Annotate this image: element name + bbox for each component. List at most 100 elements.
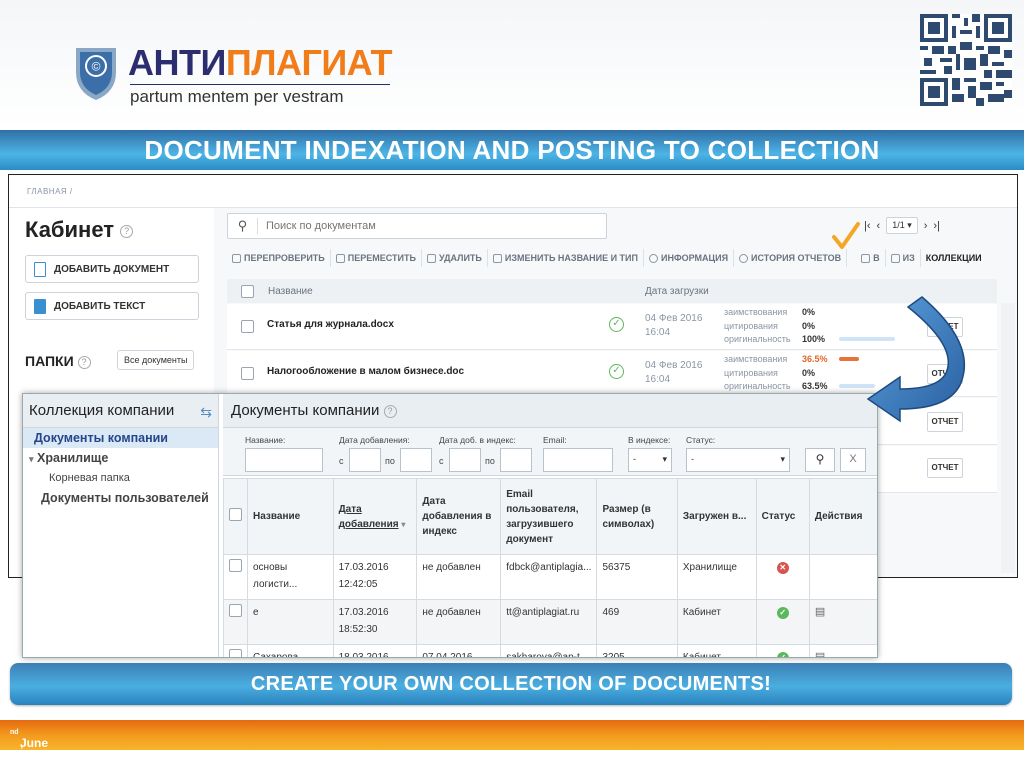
filter-date-from[interactable] bbox=[349, 448, 381, 472]
upload-date: 04 Фев 2016 16:04 bbox=[645, 313, 703, 338]
next-page-icon[interactable]: › bbox=[924, 220, 928, 232]
stat-labels: заимствования цитирования оригинальность bbox=[724, 354, 791, 391]
tree-item-company-docs[interactable]: Документы компании bbox=[23, 428, 218, 448]
all-documents-button[interactable]: Все документы bbox=[117, 350, 195, 370]
cell-name: Сахарова Алекс... bbox=[247, 644, 334, 657]
error-status-icon: ✕ bbox=[776, 562, 789, 574]
from-label: с bbox=[439, 456, 444, 466]
column-name: Название bbox=[268, 285, 313, 297]
clock-icon bbox=[739, 253, 749, 263]
filter-index-date-label: Дата доб. в индекс: bbox=[439, 435, 516, 445]
table-row[interactable]: Сахарова Алекс... 18.03.2016 07.04.2016 … bbox=[223, 644, 877, 657]
collection-tree: Документы компании ▾ Хранилище Корневая … bbox=[23, 428, 218, 508]
filter-status-select[interactable]: - ▾ bbox=[686, 448, 790, 472]
search-input[interactable] bbox=[258, 220, 588, 232]
recheck-button[interactable]: ПЕРЕПРОВЕРИТЬ bbox=[227, 249, 331, 267]
first-page-icon[interactable]: |‹ bbox=[864, 220, 871, 232]
cell-email: fdbck@antiplagia... bbox=[500, 554, 598, 600]
documents-panel-header: Документы компании ? bbox=[223, 394, 877, 428]
filter-name-input[interactable] bbox=[245, 448, 323, 472]
cell-date: 18.03.2016 bbox=[332, 644, 418, 657]
slide-title: DOCUMENT INDEXATION AND POSTING TO COLLE… bbox=[144, 135, 880, 165]
column-status[interactable]: Статус bbox=[755, 478, 810, 555]
filter-name-label: Название: bbox=[245, 435, 286, 445]
move-button[interactable]: ПЕРЕМЕСТИТЬ bbox=[331, 249, 422, 267]
refresh-icon bbox=[232, 253, 241, 263]
pagination: |‹ ‹ 1/1 ▾ › ›| bbox=[864, 217, 940, 234]
tree-item-user-docs[interactable]: Документы пользователей bbox=[23, 488, 218, 508]
ok-status-icon: ✓ bbox=[776, 652, 789, 657]
footer-band: June 2nd, 2016 bbox=[0, 720, 1024, 764]
row-checkbox[interactable] bbox=[241, 367, 254, 380]
table-row[interactable]: основы логисти... 17.03.2016 12:42:05 не … bbox=[223, 554, 877, 600]
grid-select-all[interactable] bbox=[223, 478, 248, 555]
cell-email: tt@antiplagiat.ru bbox=[500, 599, 598, 645]
search-box[interactable]: ⚲ bbox=[227, 213, 607, 239]
edit-icon bbox=[492, 253, 502, 263]
filter-index-to[interactable] bbox=[500, 448, 532, 472]
row-checkbox[interactable] bbox=[229, 604, 242, 617]
column-date-added[interactable]: Дата добавления ▾ bbox=[332, 478, 418, 555]
checkmark-annotation-icon bbox=[832, 222, 860, 249]
trash-icon bbox=[426, 253, 436, 263]
row-checkbox[interactable] bbox=[229, 649, 242, 657]
help-icon[interactable]: ? bbox=[77, 355, 91, 369]
column-date-indexed[interactable]: Дата добавления в индекс bbox=[416, 478, 502, 555]
document-name[interactable]: Налогообложение в малом бизнесе.doc bbox=[267, 366, 464, 377]
cell-name: основы логисти... bbox=[247, 554, 334, 600]
last-page-icon[interactable]: ›| bbox=[933, 220, 940, 232]
row-checkbox[interactable] bbox=[241, 320, 254, 333]
column-email[interactable]: Email пользователя, загрузившего докумен… bbox=[500, 478, 598, 555]
row-checkbox[interactable] bbox=[229, 559, 242, 572]
clear-filter-button[interactable]: X bbox=[840, 448, 866, 472]
column-name[interactable]: Название bbox=[247, 478, 334, 555]
add-text-button[interactable]: ДОБАВИТЬ ТЕКСТ bbox=[25, 292, 199, 320]
table-row[interactable]: e 17.03.2016 18:52:30 не добавлен tt@anti… bbox=[223, 599, 877, 645]
svg-text:©: © bbox=[92, 60, 101, 74]
column-actions[interactable]: Действия bbox=[808, 478, 877, 555]
cell-name: e bbox=[247, 599, 334, 645]
help-icon[interactable]: ? bbox=[383, 404, 397, 418]
info-button[interactable]: ИНФОРМАЦИЯ bbox=[644, 249, 735, 267]
report-button[interactable]: ОТЧЕТ bbox=[927, 458, 963, 478]
breadcrumb[interactable]: ГЛАВНАЯ / bbox=[27, 187, 73, 196]
prev-page-icon[interactable]: ‹ bbox=[877, 220, 881, 232]
cell-size: 3205 bbox=[596, 644, 678, 657]
filter-email-input[interactable] bbox=[543, 448, 613, 472]
rename-button[interactable]: ИЗМЕНИТЬ НАЗВАНИЕ И ТИП bbox=[488, 249, 644, 267]
index-action-icon[interactable]: ▤ bbox=[815, 606, 825, 618]
page-select[interactable]: 1/1 ▾ bbox=[886, 217, 918, 234]
sort-desc-icon[interactable]: ▾ bbox=[401, 520, 405, 529]
collection-in-icon bbox=[861, 253, 871, 263]
index-action-icon[interactable]: ▤ bbox=[815, 651, 825, 657]
sync-icon[interactable]: ⇆ bbox=[200, 404, 212, 421]
chevron-down-icon[interactable]: ▾ bbox=[29, 454, 34, 464]
filter-bar: Название: Дата добавления: с по Дата доб… bbox=[223, 428, 877, 476]
cell-loaded: Хранилище bbox=[676, 554, 757, 600]
document-name[interactable]: Статья для журнала.docx bbox=[267, 319, 394, 330]
filter-in-index-select[interactable]: - ▾ bbox=[628, 448, 672, 472]
from-label: с bbox=[339, 456, 344, 466]
documents-grid: Название Дата добавления ▾ Дата добавлен… bbox=[223, 478, 877, 657]
curved-arrow-icon bbox=[866, 296, 966, 423]
tree-item-storage[interactable]: ▾ Хранилище bbox=[23, 448, 218, 468]
select-all-checkbox[interactable] bbox=[241, 284, 254, 298]
search-button[interactable]: ⚲ bbox=[805, 448, 835, 472]
column-size[interactable]: Размер (в символах) bbox=[596, 478, 678, 555]
antiplagiat-logo: © АНТИПЛАГИАТ partum mentem per vestram bbox=[72, 38, 402, 108]
column-loaded-to[interactable]: Загружен в... bbox=[676, 478, 757, 555]
footer-date: June 2nd, 2016 bbox=[10, 729, 49, 764]
tree-item-root-folder[interactable]: Корневая папка bbox=[23, 468, 218, 488]
delete-button[interactable]: УДАЛИТЬ bbox=[422, 249, 488, 267]
filter-index-from[interactable] bbox=[449, 448, 481, 472]
to-label: по bbox=[485, 456, 495, 466]
add-document-button[interactable]: ДОБАВИТЬ ДОКУМЕНТ bbox=[25, 255, 199, 283]
cell-date: 17.03.2016 18:52:30 bbox=[332, 599, 418, 645]
filter-date-to[interactable] bbox=[400, 448, 432, 472]
scrollbar[interactable] bbox=[1001, 303, 1015, 573]
folders-heading: ПАПКИ ? bbox=[25, 353, 91, 369]
from-collection-button[interactable]: ИЗ bbox=[886, 249, 921, 267]
help-icon[interactable]: ? bbox=[120, 224, 134, 238]
document-toolbar: ПЕРЕПРОВЕРИТЬ ПЕРЕМЕСТИТЬ УДАЛИТЬ ИЗМЕНИ… bbox=[227, 247, 987, 269]
company-documents-panel: Документы компании ? Название: Дата доба… bbox=[223, 394, 877, 657]
